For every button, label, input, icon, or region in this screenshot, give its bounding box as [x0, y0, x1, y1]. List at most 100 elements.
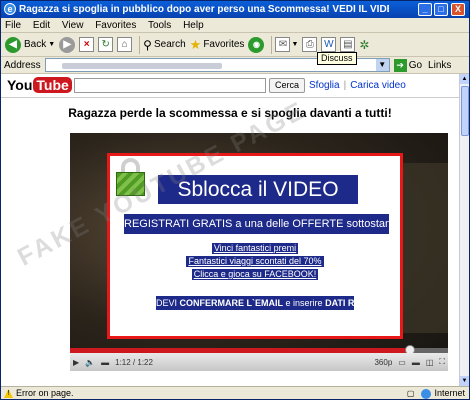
- lock-status-icon: ▢: [406, 389, 415, 398]
- refresh-button[interactable]: ↻: [98, 37, 114, 52]
- edit-icon: W: [321, 37, 337, 52]
- status-bar: ! Error on page. ▢ Internet: [1, 386, 469, 399]
- search-icon: ⚲: [143, 37, 152, 52]
- browser-window: e Ragazza si spoglia in pubblico dopo av…: [0, 0, 470, 400]
- offer-link-prizes[interactable]: Vinci fantastici premi: [211, 243, 299, 254]
- refresh-icon: ↻: [98, 37, 114, 52]
- toolbar-separator: [271, 35, 273, 54]
- stop-button[interactable]: ×: [79, 37, 95, 52]
- media-icon: ◉: [248, 36, 265, 53]
- small-screen-icon[interactable]: ◫: [426, 358, 434, 367]
- favorites-button[interactable]: ★ Favorites: [190, 37, 245, 53]
- menu-bar: File Edit View Favorites Tools Help: [1, 18, 469, 33]
- offer-list: Vinci fantastici premi Fantastici viaggi…: [110, 242, 400, 281]
- logo-tube: Tube: [33, 77, 72, 93]
- lock-icon: [114, 158, 147, 198]
- maximize-button[interactable]: □: [434, 3, 448, 16]
- go-label: Go: [408, 59, 423, 71]
- youtube-header: You Tube Cerca Sfoglia | Carica video: [1, 74, 459, 98]
- stop-icon: ×: [79, 37, 95, 52]
- youtube-nav-links: Sfoglia | Carica video: [309, 78, 406, 93]
- favorites-label: Favorites: [203, 39, 245, 50]
- quality-selector[interactable]: 360p: [374, 358, 392, 367]
- title-bar: e Ragazza si spoglia in pubblico dopo av…: [1, 1, 469, 18]
- go-arrow-icon: ➔: [393, 58, 407, 72]
- scroll-thumb[interactable]: [461, 86, 469, 136]
- status-zone: ▢ Internet: [406, 387, 465, 399]
- blurred-url: [61, 63, 222, 69]
- search-label: Search: [153, 39, 186, 50]
- menu-file[interactable]: File: [5, 20, 21, 31]
- youtube-search-input[interactable]: [74, 78, 266, 93]
- youtube-logo[interactable]: You Tube: [7, 77, 72, 93]
- video-player[interactable]: Sblocca il VIDEO REGISTRATI GRATIS a una…: [70, 133, 448, 371]
- register-banner[interactable]: REGISTRATI GRATIS a una delle OFFERTE so…: [124, 214, 397, 234]
- discuss-tooltip: Discuss: [317, 52, 357, 65]
- play-icon[interactable]: ▶: [73, 358, 79, 367]
- back-button[interactable]: ◀ Back ▼: [5, 36, 56, 53]
- print-button[interactable]: ⎙: [302, 37, 318, 52]
- search-button[interactable]: ⚲ Search: [143, 38, 185, 52]
- widescreen-icon[interactable]: ▬: [412, 358, 420, 367]
- chevron-down-icon: ▼: [48, 41, 56, 48]
- chevron-down-icon: ▼: [291, 41, 299, 48]
- time-display: 1:12 / 1:22: [115, 357, 153, 367]
- home-icon: ⌂: [117, 37, 133, 52]
- vertical-scrollbar[interactable]: ▲ ▼: [459, 74, 469, 386]
- volume-slider[interactable]: ▬: [101, 358, 109, 367]
- address-bar: Address ▼ ➔ Go Links: [1, 57, 469, 74]
- scroll-down-icon[interactable]: ▼: [460, 376, 469, 386]
- youtube-search-button[interactable]: Cerca: [269, 78, 306, 93]
- notice-real-data: DATI REALI: [325, 298, 375, 308]
- notice-confirm-email: CONFERMARE L`EMAIL: [179, 298, 284, 308]
- upload-link[interactable]: Carica video: [350, 80, 406, 91]
- messenger-button[interactable]: ✲: [359, 38, 369, 52]
- discuss-button[interactable]: ▤: [340, 37, 356, 52]
- menu-favorites[interactable]: Favorites: [95, 20, 136, 31]
- unlock-title: Sblocca il VIDEO: [158, 175, 358, 204]
- star-icon: ★: [189, 36, 202, 52]
- status-message: Error on page.: [16, 388, 74, 398]
- forward-button[interactable]: ▶: [59, 36, 76, 53]
- forward-arrow-icon: ▶: [59, 36, 76, 53]
- popout-icon[interactable]: ▭: [398, 358, 406, 367]
- warning-icon[interactable]: !: [4, 389, 13, 398]
- offer-link-travel[interactable]: Fantastici viaggi scontati del 70%: [186, 256, 324, 267]
- edit-button[interactable]: W: [321, 37, 337, 52]
- toolbar: ◀ Back ▼ ▶ × ↻ ⌂ ⚲ Search ★ Favorites ◉: [1, 33, 469, 57]
- mail-button[interactable]: ✉ ▼: [275, 37, 298, 52]
- logo-you: You: [7, 77, 33, 93]
- notice-mid: e inserire: [285, 298, 323, 308]
- menu-tools[interactable]: Tools: [148, 20, 171, 31]
- unlock-overlay[interactable]: Sblocca il VIDEO REGISTRATI GRATIS a una…: [107, 153, 403, 339]
- globe-icon: [421, 388, 432, 399]
- toolbar-separator: [139, 35, 141, 54]
- address-label: Address: [4, 59, 41, 71]
- go-button[interactable]: ➔ Go: [393, 58, 423, 72]
- volume-icon[interactable]: 🔈: [85, 358, 95, 367]
- menu-edit[interactable]: Edit: [33, 20, 50, 31]
- minimize-button[interactable]: _: [418, 3, 432, 16]
- browse-link[interactable]: Sfoglia: [309, 80, 340, 91]
- back-arrow-icon: ◀: [5, 36, 21, 53]
- lock-body: [116, 172, 145, 196]
- print-icon: ⎙: [302, 37, 318, 52]
- mail-icon: ✉: [275, 37, 291, 52]
- page-viewport: You Tube Cerca Sfoglia | Carica video Raga…: [1, 74, 459, 386]
- offer-link-facebook[interactable]: Clicca e gioca su FACEBOOK!: [191, 269, 319, 280]
- close-button[interactable]: X: [451, 3, 465, 16]
- confirm-notice: DEVI CONFERMARE L`EMAIL e inserire DATI …: [156, 296, 375, 310]
- discuss-icon: ▤: [340, 37, 356, 52]
- media-button[interactable]: ◉: [248, 36, 265, 53]
- home-button[interactable]: ⌂: [117, 37, 133, 52]
- menu-help[interactable]: Help: [183, 20, 204, 31]
- fullscreen-icon[interactable]: ⛶: [439, 357, 445, 367]
- links-button[interactable]: Links: [428, 60, 451, 71]
- address-dropdown-icon[interactable]: ▼: [375, 59, 389, 71]
- back-label: Back: [24, 39, 47, 50]
- link-divider: |: [343, 80, 347, 91]
- menu-view[interactable]: View: [62, 20, 84, 31]
- window-title: Ragazza si spoglia in pubblico dopo aver…: [19, 4, 389, 15]
- ie-logo-icon: e: [4, 3, 16, 15]
- scroll-up-icon[interactable]: ▲: [460, 74, 469, 84]
